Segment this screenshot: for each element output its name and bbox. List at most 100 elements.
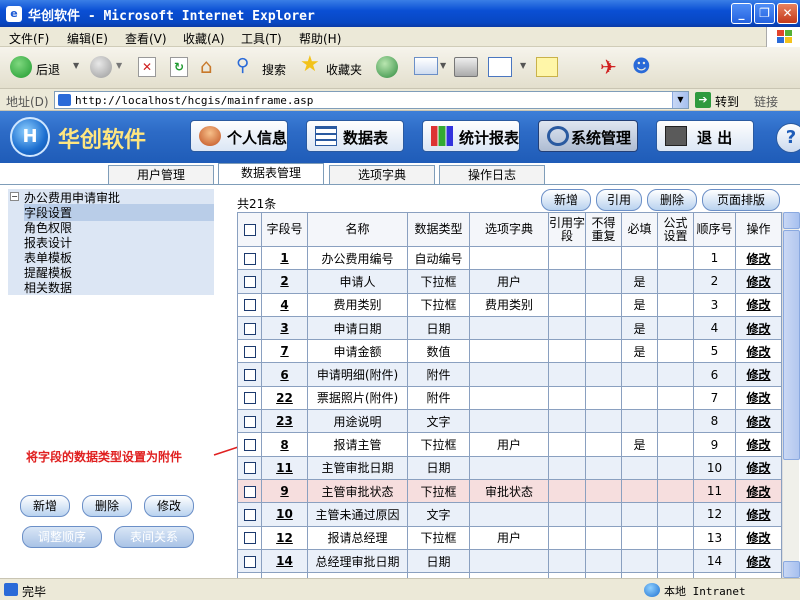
links-label[interactable]: 链接 [754, 93, 778, 110]
menu-help[interactable]: 帮助(H) [299, 30, 341, 47]
menu-edit[interactable]: 编辑(E) [67, 30, 108, 47]
table-row[interactable]: 14 总经理审批日期 日期 14 修改 [237, 548, 782, 574]
table-row[interactable]: 11 主管审批日期 日期 10 修改 [237, 455, 782, 480]
search-icon[interactable]: ⚲ [236, 55, 258, 77]
go-button[interactable]: ➔ 转到 [695, 92, 745, 109]
table-row[interactable]: 12 报请总经理 下拉框 用户 13 修改 [237, 525, 782, 550]
table-row[interactable]: 1 办公费用编号 自动编号 1 修改 [237, 245, 782, 271]
edit-link[interactable]: 修改 [746, 438, 770, 452]
nav-logout[interactable]: 退 出 [656, 120, 754, 152]
table-row[interactable]: 10 主管未通过原因 文字 12 修改 [237, 502, 782, 527]
mail-dropdown-icon[interactable]: ▼ [440, 61, 446, 70]
messenger-icon[interactable]: ✈ [600, 55, 624, 79]
search-button-label[interactable]: 搜索 [262, 61, 286, 78]
field-id-link[interactable]: 4 [280, 298, 288, 312]
tab-table-management[interactable]: 数据表管理 [218, 163, 324, 185]
edit-link[interactable]: 修改 [746, 322, 770, 336]
row-checkbox[interactable] [243, 439, 256, 452]
row-checkbox[interactable] [243, 322, 256, 335]
edit-page-icon[interactable] [488, 57, 512, 77]
menu-file[interactable]: 文件(F) [9, 30, 49, 47]
row-checkbox[interactable] [243, 392, 256, 405]
edit-link[interactable]: 修改 [746, 485, 770, 499]
tab-operation-log[interactable]: 操作日志 [439, 165, 545, 185]
row-checkbox[interactable] [243, 532, 256, 545]
scroll-thumb[interactable] [783, 230, 800, 460]
stop-icon[interactable]: ✕ [138, 57, 156, 77]
table-row[interactable]: 6 申请明细(附件) 附件 6 修改 [237, 362, 782, 387]
select-all-checkbox[interactable] [243, 223, 256, 236]
left-delete-button[interactable]: 删除 [82, 495, 132, 517]
edit-link[interactable]: 修改 [746, 531, 770, 545]
row-checkbox[interactable] [243, 485, 256, 498]
add-button[interactable]: 新增 [541, 189, 591, 211]
edit-link[interactable]: 修改 [746, 391, 770, 405]
table-row[interactable]: 22 票据照片(附件) 附件 7 修改 [237, 385, 782, 411]
nav-statistics-report[interactable]: 统计报表 [422, 120, 520, 152]
edit-link[interactable]: 修改 [746, 555, 770, 569]
menu-favorites[interactable]: 收藏(A) [183, 30, 225, 47]
delete-button[interactable]: 删除 [647, 189, 697, 211]
table-row[interactable]: 3 申请日期 日期 是 4 修改 [237, 315, 782, 341]
edit-link[interactable]: 修改 [746, 252, 770, 266]
row-checkbox[interactable] [243, 345, 256, 358]
home-icon[interactable]: ⌂ [200, 55, 222, 77]
row-checkbox[interactable] [243, 462, 256, 475]
address-input[interactable]: http://localhost/hcgis/mainframe.asp ▼ [54, 91, 689, 109]
close-button[interactable]: ✕ [777, 3, 798, 24]
edit-dropdown-icon[interactable]: ▼ [520, 61, 526, 70]
field-id-link[interactable]: 10 [276, 507, 293, 521]
favorites-star-icon[interactable]: ★ [300, 53, 324, 77]
field-id-link[interactable]: 1 [280, 251, 288, 265]
vertical-scrollbar[interactable] [782, 212, 800, 578]
reference-button[interactable]: 引用 [596, 189, 642, 211]
refresh-icon[interactable]: ↻ [170, 57, 188, 77]
maximize-button[interactable]: ❐ [754, 3, 775, 24]
tree-item-related-data[interactable]: 相关数据 [24, 279, 72, 296]
table-row[interactable]: 4 费用类别 下拉框 费用类别 是 3 修改 [237, 292, 782, 317]
table-row[interactable]: 23 用途说明 文字 8 修改 [237, 409, 782, 434]
nav-personal-info[interactable]: 个人信息 [190, 120, 288, 152]
row-checkbox[interactable] [243, 415, 256, 428]
back-arrow-icon[interactable] [10, 56, 32, 78]
edit-link[interactable]: 修改 [746, 415, 770, 429]
field-id-link[interactable]: 3 [280, 321, 288, 335]
edit-link[interactable]: 修改 [746, 368, 770, 382]
tab-user-management[interactable]: 用户管理 [108, 165, 214, 185]
scroll-up-icon[interactable] [783, 212, 800, 229]
table-relations-button[interactable]: 表间关系 [114, 526, 194, 548]
row-checkbox[interactable] [243, 369, 256, 382]
back-button-label[interactable]: 后退 [36, 61, 60, 78]
page-layout-button[interactable]: 页面排版 [702, 189, 780, 211]
discuss-icon[interactable] [536, 57, 558, 77]
field-id-link[interactable]: 14 [276, 554, 293, 568]
print-icon[interactable] [454, 57, 478, 77]
contacts-icon[interactable]: ☻ [632, 55, 658, 79]
field-id-link[interactable]: 22 [276, 391, 293, 405]
field-id-link[interactable]: 11 [276, 461, 293, 475]
edit-link[interactable]: 修改 [746, 298, 770, 312]
scroll-down-icon[interactable] [783, 561, 800, 578]
edit-link[interactable]: 修改 [746, 345, 770, 359]
field-id-link[interactable]: 2 [280, 274, 288, 288]
edit-link[interactable]: 修改 [746, 508, 770, 522]
back-dropdown-icon[interactable]: ▼ [73, 61, 79, 70]
edit-link[interactable]: 修改 [746, 275, 770, 289]
nav-data-table[interactable]: 数据表 [306, 120, 404, 152]
tab-option-dictionary[interactable]: 选项字典 [329, 165, 435, 185]
field-id-link[interactable]: 7 [280, 344, 288, 358]
header-select-all[interactable] [237, 212, 262, 247]
menu-tools[interactable]: 工具(T) [241, 30, 282, 47]
field-id-link[interactable]: 12 [276, 531, 293, 545]
field-id-link[interactable]: 6 [280, 368, 288, 382]
row-checkbox[interactable] [243, 508, 256, 521]
forward-arrow-icon[interactable] [90, 56, 112, 78]
field-id-link[interactable]: 23 [276, 414, 293, 428]
table-row[interactable]: 8 报请主管 下拉框 用户 是 9 修改 [237, 432, 782, 457]
collapse-toggle-icon[interactable]: − [10, 192, 19, 201]
left-edit-button[interactable]: 修改 [144, 495, 194, 517]
table-row[interactable]: 9 主管审批状态 下拉框 审批状态 11 修改 [237, 478, 782, 504]
row-checkbox[interactable] [243, 275, 256, 288]
row-checkbox[interactable] [243, 252, 256, 265]
field-id-link[interactable]: 9 [280, 484, 288, 498]
